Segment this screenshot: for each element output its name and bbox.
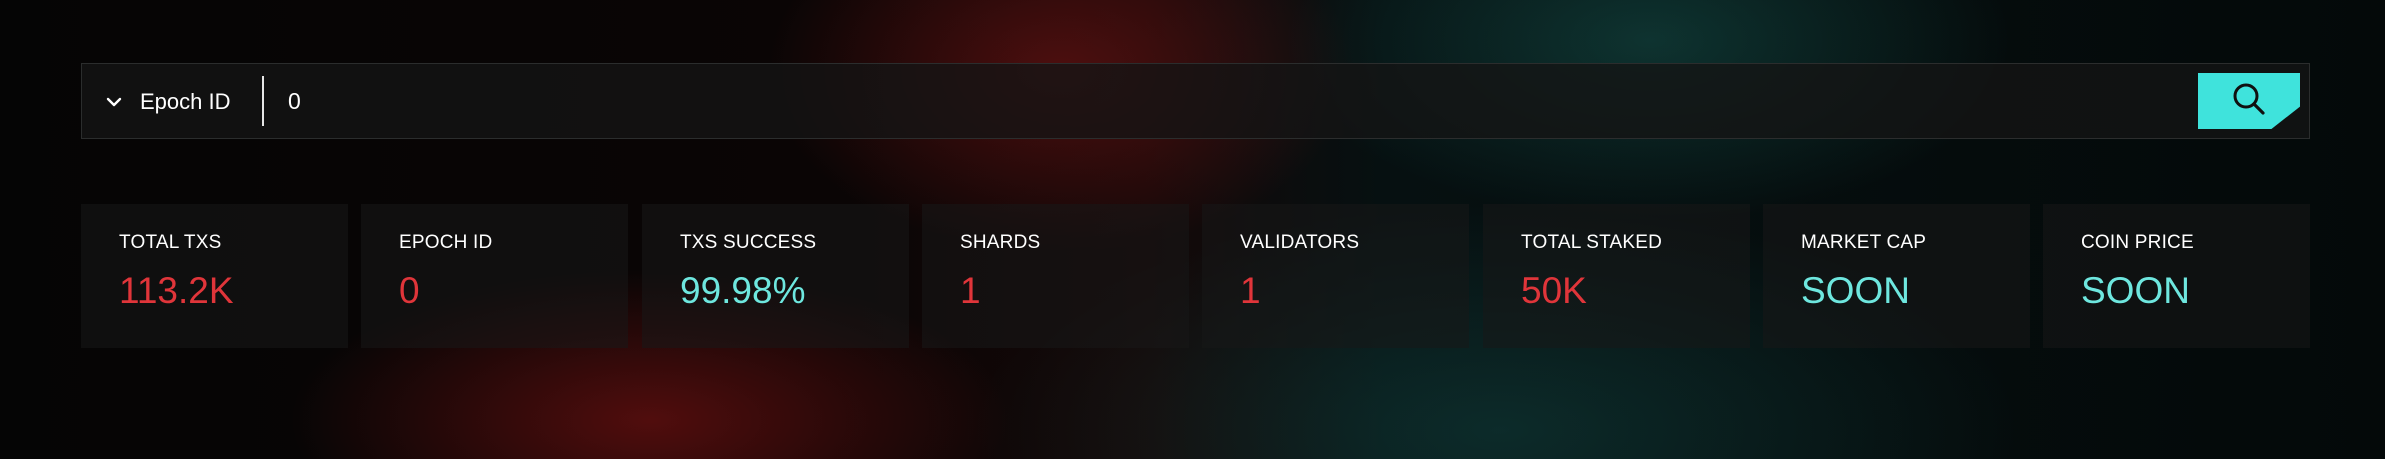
stat-card-epoch-id: EPOCH ID 0 [361, 204, 628, 348]
stat-label: MARKET CAP [1801, 232, 1927, 253]
stat-card-txs-success: TXS SUCCESS 99.98% [642, 204, 909, 348]
stat-card-validators: VALIDATORS 1 [1202, 204, 1469, 348]
stat-value: SOON [2081, 270, 2190, 311]
stat-label: TOTAL TXS [119, 232, 222, 253]
search-bar: Epoch ID [81, 63, 2310, 139]
stat-label: TXS SUCCESS [680, 232, 817, 253]
stat-value: 1 [960, 270, 981, 311]
stat-label: TOTAL STAKED [1521, 232, 1663, 253]
search-filter-label: Epoch ID [140, 89, 231, 114]
search-button[interactable] [2198, 73, 2300, 129]
stat-label: SHARDS [960, 232, 1041, 253]
search-icon [2230, 80, 2268, 123]
stat-label: COIN PRICE [2081, 232, 2194, 253]
stat-value: 50K [1521, 270, 1587, 311]
stat-value: 99.98% [680, 270, 806, 311]
search-filter-dropdown[interactable]: Epoch ID [100, 64, 231, 140]
stat-value: 113.2K [119, 270, 234, 311]
search-divider [262, 76, 264, 126]
chevron-down-icon [100, 88, 128, 116]
search-input[interactable] [288, 82, 2238, 120]
stat-value: 0 [399, 270, 420, 311]
stat-value: 1 [1240, 270, 1261, 311]
stat-value: SOON [1801, 270, 1910, 311]
stat-card-market-cap: MARKET CAP SOON [1763, 204, 2030, 348]
stat-label: EPOCH ID [399, 232, 493, 253]
stat-card-total-staked: TOTAL STAKED 50K [1483, 204, 1750, 348]
stat-card-shards: SHARDS 1 [922, 204, 1189, 348]
stats-row: TOTAL TXS 113.2K EPOCH ID 0 TXS SUCCESS … [81, 204, 2310, 348]
stat-label: VALIDATORS [1240, 232, 1360, 253]
stat-card-coin-price: COIN PRICE SOON [2043, 204, 2310, 348]
stat-card-total-txs: TOTAL TXS 113.2K [81, 204, 348, 348]
